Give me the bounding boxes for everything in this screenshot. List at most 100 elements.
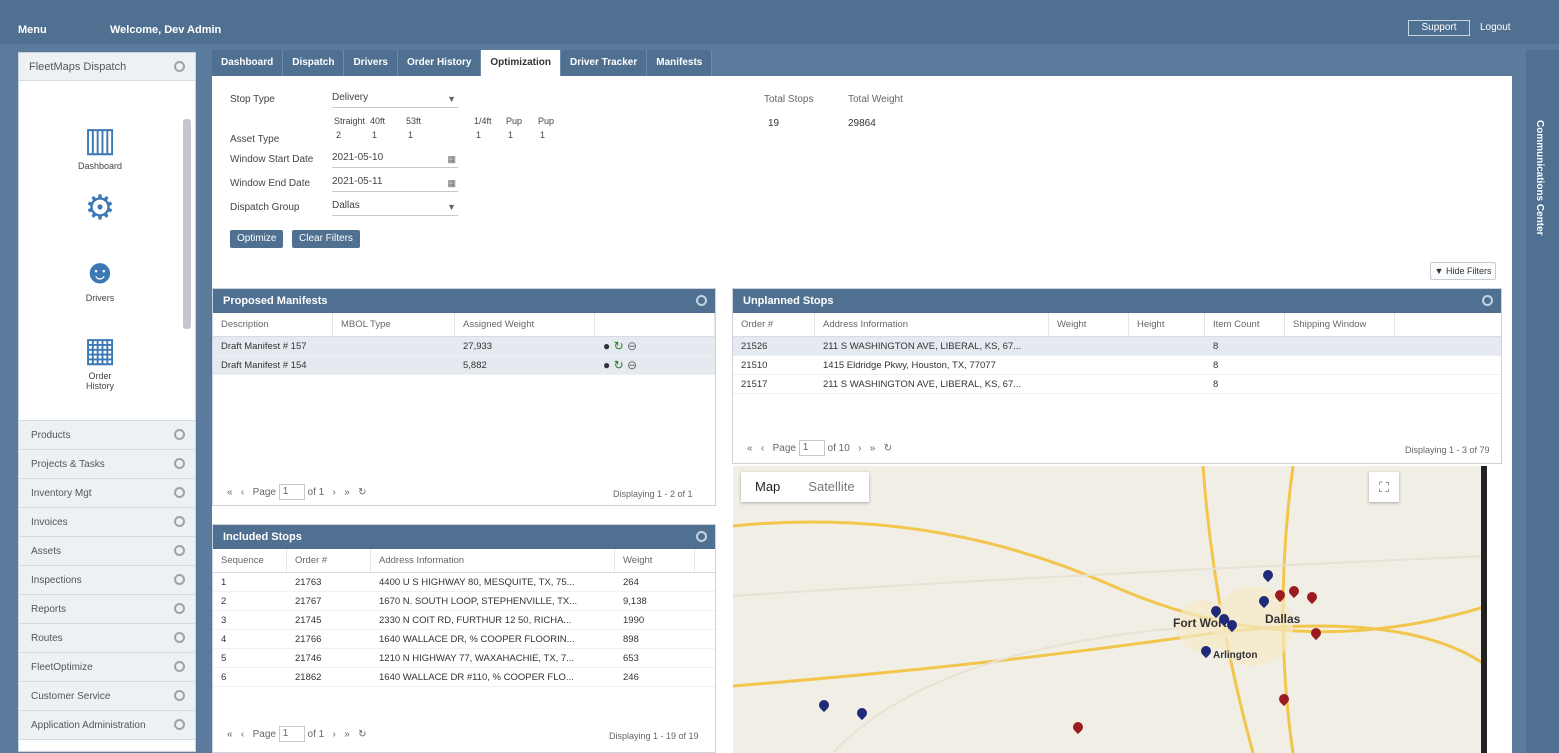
gear-icon[interactable] bbox=[174, 690, 185, 701]
table-row[interactable]: Draft Manifest # 157 27,933 ● ↻ ⊖ bbox=[213, 337, 715, 356]
last-page-icon[interactable]: » bbox=[870, 443, 876, 454]
gear-icon[interactable] bbox=[1482, 295, 1493, 306]
optimize-button[interactable]: Optimize bbox=[230, 230, 284, 248]
tab-driver-tracker[interactable]: Driver Tracker bbox=[560, 50, 648, 76]
prev-page-icon[interactable]: ‹ bbox=[241, 487, 244, 498]
last-page-icon[interactable]: » bbox=[344, 729, 350, 740]
gear-icon[interactable] bbox=[174, 545, 185, 556]
asset-qty-input[interactable]: 1 bbox=[508, 130, 513, 140]
prev-page-icon[interactable]: ‹ bbox=[761, 443, 764, 454]
sidebar-item[interactable]: Products bbox=[19, 421, 195, 450]
table-row[interactable]: 21526 211 S WASHINGTON AVE, LIBERAL, KS, … bbox=[733, 337, 1501, 356]
sidebar-header[interactable]: FleetMaps Dispatch bbox=[19, 53, 195, 81]
sidebar-item[interactable]: Inspections bbox=[19, 566, 195, 595]
column-header[interactable]: Address Information bbox=[815, 313, 1049, 336]
tab-dispatch[interactable]: Dispatch bbox=[283, 50, 345, 76]
communications-center-bar[interactable]: Communications Center bbox=[1526, 50, 1559, 753]
sidebar-item-dashboard[interactable]: ▥ Dashboard bbox=[77, 121, 123, 171]
page-input[interactable]: 1 bbox=[798, 440, 825, 457]
remove-icon[interactable]: ⊖ bbox=[627, 358, 637, 372]
table-row[interactable]: Draft Manifest # 154 5,882 ● ↻ ⊖ bbox=[213, 356, 715, 375]
view-icon[interactable]: ● bbox=[603, 358, 610, 372]
stop-type-select[interactable]: Delivery ▼ bbox=[332, 92, 458, 108]
sidebar-item[interactable]: Customer Service bbox=[19, 682, 195, 711]
refresh-icon[interactable]: ↻ bbox=[358, 487, 366, 498]
refresh-icon[interactable]: ↻ bbox=[358, 729, 366, 740]
column-header[interactable]: Height bbox=[1129, 313, 1205, 336]
support-button[interactable]: Support bbox=[1408, 20, 1470, 36]
sidebar-item-order-history[interactable]: ▦ Order History bbox=[77, 331, 123, 391]
sidebar-item[interactable]: Inventory Mgt bbox=[19, 479, 195, 508]
column-header[interactable]: Weight bbox=[1049, 313, 1129, 336]
table-row[interactable]: 2 21767 1670 N. SOUTH LOOP, STEPHENVILLE, … bbox=[213, 592, 715, 611]
next-page-icon[interactable]: › bbox=[333, 487, 336, 498]
column-header[interactable]: Item Count bbox=[1205, 313, 1285, 336]
column-header[interactable]: Order # bbox=[287, 549, 371, 572]
table-row[interactable]: 21510 1415 Eldridge Pkwy, Houston, TX, 77… bbox=[733, 356, 1501, 375]
calendar-icon[interactable]: ▦ bbox=[447, 154, 456, 165]
prev-page-icon[interactable]: ‹ bbox=[241, 729, 244, 740]
window-end-field[interactable]: 2021-05-11 ▦ bbox=[332, 176, 458, 192]
hide-filters-button[interactable]: ▼ Hide Filters bbox=[1430, 262, 1496, 280]
column-header[interactable]: Order # bbox=[733, 313, 815, 336]
asset-qty-input[interactable]: 1 bbox=[408, 130, 413, 140]
route-map[interactable]: Map Satellite ⛶ Fort Worth Dallas Arling… bbox=[733, 466, 1487, 753]
table-row[interactable]: 3 21745 2330 N COIT RD, FURTHUR 12 50, RIC… bbox=[213, 611, 715, 630]
table-row[interactable]: 4 21766 1640 WALLACE DR, % COOPER FLOORIN.… bbox=[213, 630, 715, 649]
column-header[interactable]: Assigned Weight bbox=[455, 313, 595, 336]
gear-icon[interactable] bbox=[696, 531, 707, 542]
column-header[interactable]: Shipping Window bbox=[1285, 313, 1395, 336]
gear-icon[interactable] bbox=[174, 661, 185, 672]
gear-icon[interactable] bbox=[174, 574, 185, 585]
column-header[interactable]: Sequence bbox=[213, 549, 287, 572]
page-input[interactable]: 1 bbox=[278, 726, 305, 743]
gear-icon[interactable] bbox=[174, 487, 185, 498]
next-page-icon[interactable]: › bbox=[858, 443, 861, 454]
column-header[interactable]: MBOL Type bbox=[333, 313, 455, 336]
sidebar-item[interactable]: Projects & Tasks bbox=[19, 450, 195, 479]
gear-icon[interactable] bbox=[696, 295, 707, 306]
column-header[interactable]: Address Information bbox=[371, 549, 615, 572]
table-row[interactable]: 6 21862 1640 WALLACE DR #110, % COOPER FLO… bbox=[213, 668, 715, 687]
asset-qty-input[interactable]: 1 bbox=[540, 130, 545, 140]
gear-icon[interactable] bbox=[174, 603, 185, 614]
tab-dashboard[interactable]: Dashboard bbox=[212, 50, 284, 76]
page-input[interactable]: 1 bbox=[278, 484, 305, 501]
calendar-icon[interactable]: ▦ bbox=[447, 178, 456, 189]
refresh-icon[interactable]: ↻ bbox=[884, 443, 892, 454]
sidebar-item[interactable]: FleetOptimize bbox=[19, 653, 195, 682]
sidebar-item[interactable]: Assets bbox=[19, 537, 195, 566]
logout-button[interactable]: Logout bbox=[1480, 20, 1538, 36]
sidebar-item[interactable]: Reports bbox=[19, 595, 195, 624]
tab-optimization[interactable]: Optimization bbox=[481, 50, 561, 76]
sidebar-item[interactable]: Application Administration bbox=[19, 711, 195, 740]
sidebar-scrollbar[interactable] bbox=[183, 119, 191, 329]
refresh-icon[interactable]: ↻ bbox=[614, 358, 624, 372]
first-page-icon[interactable]: « bbox=[747, 443, 753, 454]
map-tab[interactable]: Map bbox=[741, 472, 794, 502]
tab-manifests[interactable]: Manifests bbox=[647, 50, 713, 76]
table-row[interactable]: 5 21746 1210 N HIGHWAY 77, WAXAHACHIE, TX,… bbox=[213, 649, 715, 668]
view-icon[interactable]: ● bbox=[603, 339, 610, 353]
clear-filters-button[interactable]: Clear Filters bbox=[292, 230, 360, 248]
asset-qty-input[interactable]: 1 bbox=[476, 130, 481, 140]
gear-icon[interactable] bbox=[174, 719, 185, 730]
refresh-icon[interactable]: ↻ bbox=[614, 339, 624, 353]
next-page-icon[interactable]: › bbox=[333, 729, 336, 740]
first-page-icon[interactable]: « bbox=[227, 729, 233, 740]
sidebar-item[interactable]: Routes bbox=[19, 624, 195, 653]
menu-button[interactable]: Menu bbox=[18, 24, 47, 36]
fullscreen-icon[interactable]: ⛶ bbox=[1369, 472, 1399, 502]
column-header[interactable]: Weight bbox=[615, 549, 695, 572]
satellite-tab[interactable]: Satellite bbox=[794, 472, 868, 502]
gear-icon[interactable] bbox=[174, 61, 185, 72]
asset-qty-input[interactable]: 1 bbox=[372, 130, 377, 140]
window-start-field[interactable]: 2021-05-10 ▦ bbox=[332, 152, 458, 168]
first-page-icon[interactable]: « bbox=[227, 487, 233, 498]
gear-icon[interactable] bbox=[174, 458, 185, 469]
tab-order-history[interactable]: Order History bbox=[397, 50, 482, 76]
asset-qty-input[interactable]: 2 bbox=[336, 130, 341, 140]
gear-icon[interactable] bbox=[174, 516, 185, 527]
last-page-icon[interactable]: » bbox=[344, 487, 350, 498]
gear-icon[interactable] bbox=[174, 429, 185, 440]
